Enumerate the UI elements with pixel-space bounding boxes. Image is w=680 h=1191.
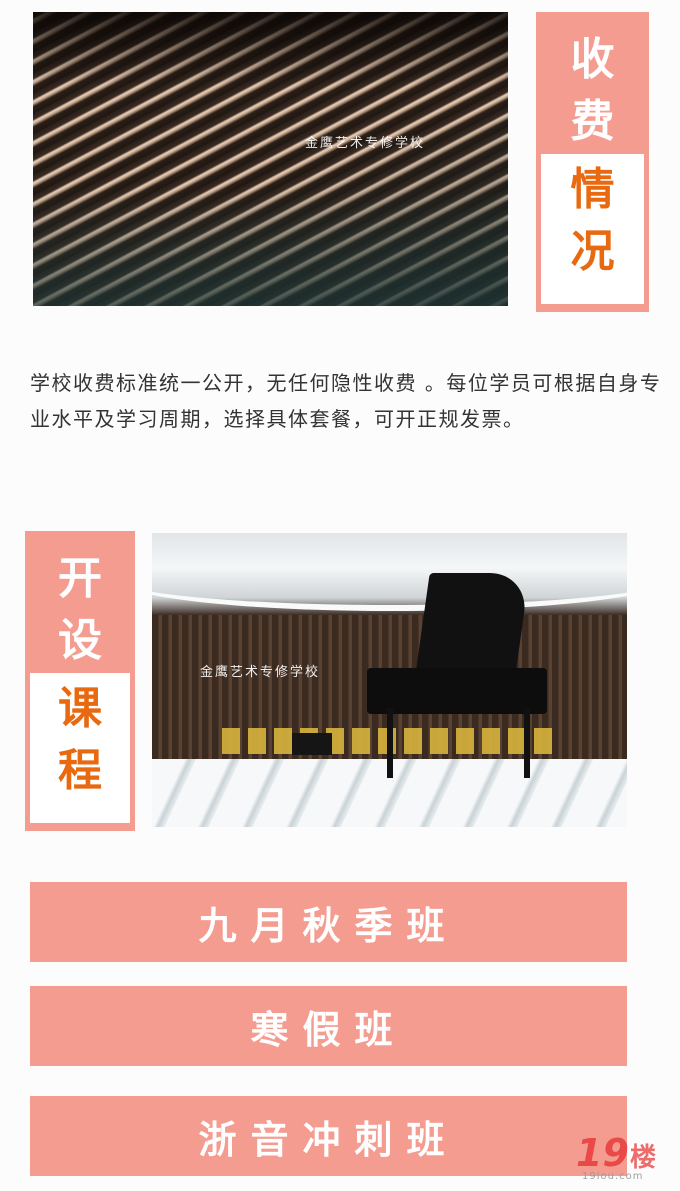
piano-body	[367, 668, 547, 714]
piano-lid	[414, 573, 530, 683]
title-char: 设	[58, 615, 102, 666]
site-logo: 19 楼 19lou.com	[576, 1133, 672, 1183]
title-char: 情	[570, 164, 615, 215]
title-char: 况	[570, 226, 615, 277]
title-inner-box: 课 程	[30, 673, 130, 823]
title-char: 开	[58, 553, 102, 604]
title-char: 收	[570, 34, 615, 85]
logo-char: 楼	[630, 1143, 657, 1173]
concert-hall-photo: 金鹰艺术专修学校	[152, 533, 627, 827]
courses-title-tag: 开 设 课 程	[25, 531, 135, 831]
logo-number: 19	[576, 1131, 629, 1175]
fees-title-tag: 收 费 情 况	[536, 12, 649, 312]
course-winter-button[interactable]: 寒假班	[30, 986, 627, 1066]
course-sprint-button[interactable]: 浙音冲刺班	[30, 1096, 627, 1176]
logo-url: 19lou.com	[582, 1171, 644, 1182]
photo-watermark: 金鹰艺术专修学校	[305, 136, 426, 151]
piano-leg	[524, 708, 530, 778]
piano-strings-photo: 金鹰艺术专修学校	[33, 12, 508, 306]
photo-shade	[33, 12, 508, 306]
title-char: 费	[570, 96, 615, 147]
title-char: 课	[58, 683, 102, 734]
hall-ceiling	[152, 545, 627, 611]
course-autumn-button[interactable]: 九月秋季班	[30, 882, 627, 962]
title-char: 程	[58, 745, 102, 796]
title-inner-box: 情 况	[541, 154, 644, 304]
fees-description: 学校收费标准统一公开，无任何隐性收费 。每位学员可根据自身专业水平及学习周期，选…	[30, 371, 662, 431]
piano-stool	[292, 733, 332, 755]
piano-leg	[387, 708, 393, 778]
photo-watermark: 金鹰艺术专修学校	[200, 665, 321, 680]
